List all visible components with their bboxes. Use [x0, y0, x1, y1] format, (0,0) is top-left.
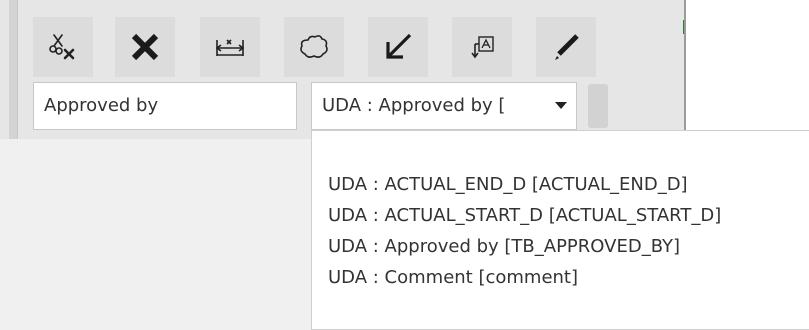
attribute-select[interactable]: UDA : Approved by [ — [311, 82, 577, 130]
pencil-icon — [555, 34, 579, 60]
attribute-dropdown-list: UDA : ACTUAL_END_D [ACTUAL_END_D] UDA : … — [311, 130, 809, 330]
name-text-field[interactable]: Approved by — [33, 82, 297, 130]
clear-tool-button[interactable] — [33, 17, 93, 77]
canvas-marker — [683, 20, 684, 34]
canvas-area — [686, 0, 809, 139]
leader-arrow-button[interactable] — [368, 17, 428, 77]
scroll-handle[interactable] — [588, 84, 608, 128]
panel-divider — [684, 0, 686, 139]
attribute-select-value: UDA : Approved by [ — [322, 95, 506, 116]
scissors-clear-icon — [49, 34, 75, 60]
delete-button[interactable] — [115, 17, 175, 77]
pen-button[interactable] — [536, 17, 596, 77]
dimension-icon — [215, 39, 245, 56]
chevron-down-icon[interactable] — [555, 102, 567, 109]
text-label-icon — [471, 36, 494, 59]
panel-edge — [9, 0, 18, 139]
text-label-button[interactable] — [452, 17, 512, 77]
dropdown-option[interactable]: UDA : ACTUAL_START_D [ACTUAL_START_D] — [312, 200, 809, 231]
dropdown-option[interactable]: UDA : ACTUAL_END_D [ACTUAL_END_D] — [312, 169, 809, 200]
dimension-button[interactable] — [200, 17, 260, 77]
close-icon — [131, 33, 159, 61]
cloud-icon — [300, 35, 328, 58]
arrow-down-left-icon — [386, 33, 412, 59]
dropdown-option[interactable]: UDA : Comment [comment] — [312, 262, 809, 293]
cloud-button[interactable] — [284, 17, 344, 77]
dropdown-option[interactable]: UDA : Approved by [TB_APPROVED_BY] — [312, 231, 809, 262]
